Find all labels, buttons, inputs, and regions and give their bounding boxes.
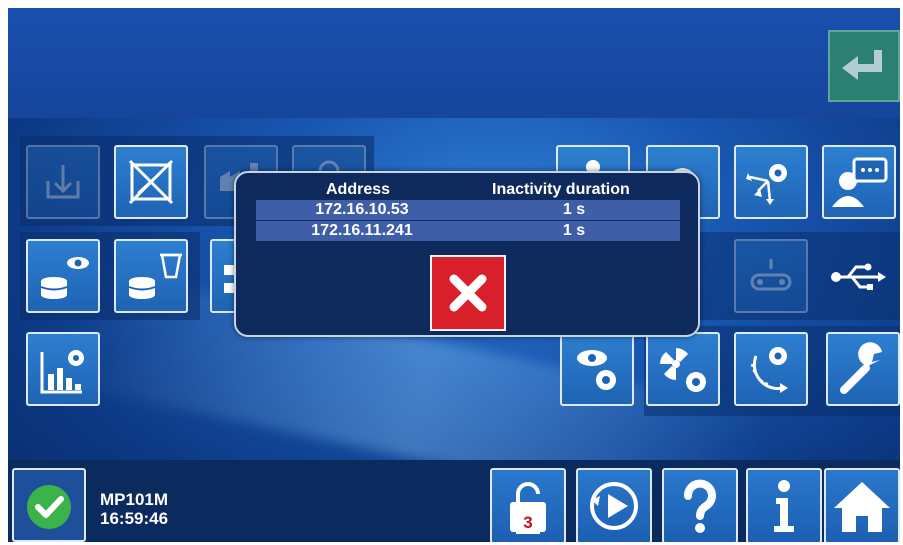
top-bar bbox=[8, 8, 900, 118]
inactivity-column-header: Inactivity duration bbox=[492, 181, 630, 198]
view-database-tile[interactable] bbox=[26, 239, 100, 313]
address-cell: 172.16.10.53 bbox=[315, 201, 409, 218]
duration-cell: 1 s bbox=[562, 222, 586, 239]
home-button[interactable] bbox=[824, 468, 900, 542]
close-icon bbox=[449, 274, 487, 312]
download-tile[interactable] bbox=[26, 145, 100, 219]
table-row[interactable]: 172.16.10.53 1 s bbox=[256, 200, 680, 220]
clock: 16:59:46 bbox=[100, 509, 169, 528]
radiation-gear-icon bbox=[660, 348, 706, 392]
conveyor-tile[interactable] bbox=[734, 239, 808, 313]
wrench-icon bbox=[840, 342, 882, 394]
help-button[interactable] bbox=[662, 468, 738, 542]
database-delete-tile[interactable] bbox=[114, 239, 188, 313]
wrench-tile[interactable] bbox=[826, 332, 900, 406]
usb-icon bbox=[831, 263, 886, 290]
network-gear-tile[interactable] bbox=[734, 145, 808, 219]
network-gear-icon bbox=[746, 164, 787, 205]
device-name: MP101M bbox=[100, 490, 169, 509]
lock-button[interactable]: 3 bbox=[490, 468, 566, 542]
rotate-gear-icon bbox=[751, 347, 788, 393]
home-icon bbox=[834, 482, 890, 532]
user-chat-tile[interactable] bbox=[822, 145, 896, 219]
eye-gear-icon bbox=[577, 350, 616, 390]
status-tile[interactable] bbox=[12, 468, 86, 542]
rotate-gear-tile[interactable] bbox=[734, 332, 808, 406]
ok-check-icon bbox=[27, 485, 71, 529]
duration-cell: 1 s bbox=[562, 201, 586, 218]
conveyor-icon bbox=[750, 259, 792, 291]
table-row[interactable]: 172.16.11.241 1 s bbox=[256, 221, 680, 241]
help-icon bbox=[684, 479, 716, 533]
chart-settings-tile[interactable] bbox=[26, 332, 100, 406]
info-button[interactable] bbox=[746, 468, 822, 542]
no-box-tile[interactable] bbox=[114, 145, 188, 219]
address-column-header: Address bbox=[326, 181, 391, 198]
play-icon bbox=[590, 482, 638, 530]
hmi-screen: Address Inactivity duration 172.16.10.53… bbox=[8, 8, 900, 542]
access-level: 3 bbox=[516, 512, 540, 534]
play-button[interactable] bbox=[576, 468, 652, 542]
info-icon bbox=[774, 480, 794, 532]
address-cell: 172.16.11.241 bbox=[311, 222, 413, 239]
no-box-icon bbox=[128, 159, 174, 205]
connections-dialog: Address Inactivity duration 172.16.10.53… bbox=[234, 171, 700, 337]
view-database-icon bbox=[40, 257, 89, 299]
user-chat-icon bbox=[832, 157, 888, 207]
close-button[interactable] bbox=[430, 255, 506, 331]
chart-settings-icon bbox=[40, 350, 84, 394]
enter-icon bbox=[842, 50, 882, 80]
bottom-bar: MP101M 16:59:46 3 bbox=[8, 460, 900, 542]
eye-gear-tile[interactable] bbox=[560, 332, 634, 406]
radiation-gear-tile[interactable] bbox=[646, 332, 720, 406]
enter-button[interactable] bbox=[828, 30, 900, 102]
usb-tile[interactable] bbox=[822, 239, 896, 313]
database-delete-icon bbox=[128, 253, 182, 299]
download-icon bbox=[46, 165, 80, 199]
